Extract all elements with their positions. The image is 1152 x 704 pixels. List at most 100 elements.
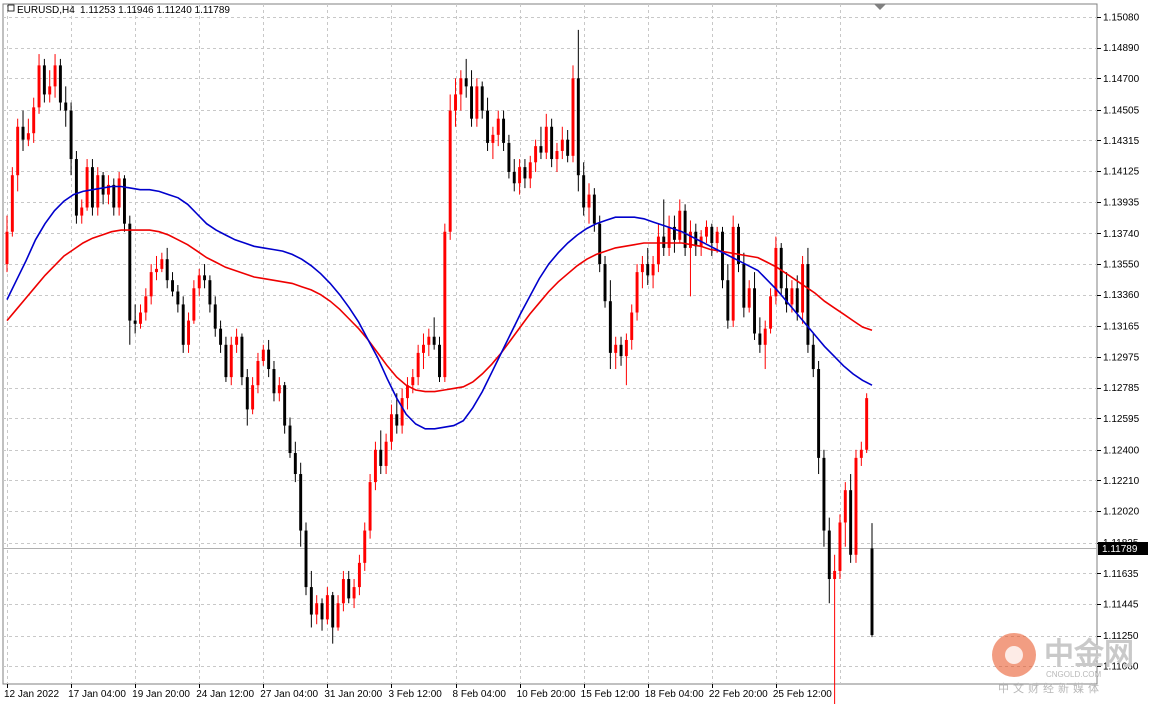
candle-body[interactable] [96,175,100,208]
candle-body[interactable] [432,336,436,345]
candle-body[interactable] [283,385,287,426]
candle-body[interactable] [491,134,495,143]
candle-body[interactable] [299,474,303,531]
candle-body[interactable] [251,385,255,410]
candle-body[interactable] [74,159,78,216]
candle-body[interactable] [710,226,714,244]
candle-body[interactable] [603,264,607,302]
candle-body[interactable] [411,377,415,386]
candle-body[interactable] [171,280,174,292]
candle-body[interactable] [144,296,148,313]
candle-body[interactable] [651,264,655,276]
candle-body[interactable] [208,280,212,305]
candle-body[interactable] [347,579,351,599]
candle-body[interactable] [272,369,276,394]
candle-body[interactable] [582,175,586,208]
candle-body[interactable] [870,548,874,636]
candle-body[interactable] [502,118,506,143]
candle-body[interactable] [320,603,324,620]
candle-body[interactable] [539,146,543,153]
candle-body[interactable] [507,142,511,172]
candle-body[interactable] [630,312,634,340]
candle-body[interactable] [544,126,548,153]
candle-body[interactable] [667,226,671,248]
candle-body[interactable] [395,414,399,426]
candle-body[interactable] [512,171,516,184]
candle-body[interactable] [229,344,233,378]
candle-body[interactable] [117,178,121,208]
candle-body[interactable] [480,86,484,111]
candle-body[interactable] [806,264,810,345]
candle-body[interactable] [833,570,837,580]
candle-body[interactable] [133,320,137,324]
candle-body[interactable] [197,275,201,289]
candle-body[interactable] [598,223,602,265]
candle-body[interactable] [331,595,335,628]
candle-body[interactable] [811,344,815,370]
candle-body[interactable] [187,320,191,345]
candle-body[interactable] [742,264,746,308]
candle-body[interactable] [176,291,180,305]
candle-body[interactable] [614,344,618,353]
candle-body[interactable] [58,65,62,103]
candle-body[interactable] [16,126,20,176]
candle-body[interactable] [470,86,474,119]
candle-body[interactable] [357,562,361,588]
candle-body[interactable] [256,360,260,386]
candle-body[interactable] [315,603,319,615]
candle-body[interactable] [64,102,68,111]
candle-body[interactable] [181,304,185,345]
candle-body[interactable] [203,275,207,281]
candle-body[interactable] [587,194,591,208]
candle-body[interactable] [640,264,644,273]
candle-body[interactable] [721,231,724,281]
candle-body[interactable] [400,398,404,426]
candle-body[interactable] [747,288,751,308]
candle-body[interactable] [726,280,730,321]
candle-body[interactable] [416,352,420,378]
candle-body[interactable] [267,349,271,370]
candle-body[interactable] [576,78,580,176]
candle-body[interactable] [683,210,687,248]
candle-body[interactable] [518,167,522,184]
candle-body[interactable] [443,231,447,378]
candle-body[interactable] [352,587,356,599]
candle-body[interactable] [464,78,468,87]
candle-body[interactable] [758,333,762,345]
candle-body[interactable] [261,349,265,361]
candle-body[interactable] [53,65,57,87]
candle-body[interactable] [85,167,89,208]
candle-body[interactable] [795,288,799,313]
candle-body[interactable] [21,126,25,140]
candle-body[interactable] [448,110,452,232]
candle-body[interactable] [26,133,30,140]
candle-body[interactable] [534,146,538,163]
candle-body[interactable] [373,449,377,483]
candle-body[interactable] [10,175,14,232]
candle-body[interactable] [619,344,623,357]
candle-body[interactable] [763,328,767,345]
candle-body[interactable] [715,231,719,244]
candle-body[interactable] [635,272,639,313]
candle-body[interactable] [277,385,281,394]
candle-body[interactable] [737,226,740,265]
candle-body[interactable] [822,457,826,531]
candle-body[interactable] [389,414,393,442]
candle-body[interactable] [838,522,842,571]
candle-body[interactable] [496,118,500,135]
candle-body[interactable] [235,336,239,345]
candle-body[interactable] [309,587,313,615]
candle-body[interactable] [288,425,292,454]
candle-body[interactable] [69,110,73,160]
candle-body[interactable] [112,184,116,208]
candle-body[interactable] [528,162,532,179]
chart-window[interactable]: 1.15080 1.14890 1.14700 1.14505 1.14315 1.141… [0,0,1152,704]
candle-body[interactable] [865,398,869,450]
candle-body[interactable] [801,264,805,313]
candle-body[interactable] [293,453,297,475]
candle-body[interactable] [123,178,126,224]
candle-body[interactable] [5,231,9,265]
candle-body[interactable] [608,301,612,353]
candle-body[interactable] [438,344,441,378]
candle-body[interactable] [475,86,479,119]
